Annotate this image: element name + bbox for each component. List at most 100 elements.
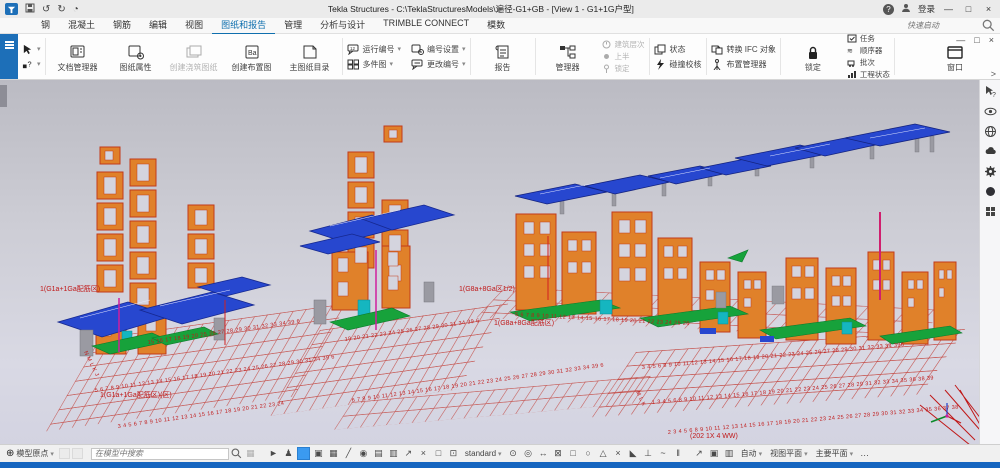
snap-circle-icon[interactable]: ○ — [582, 447, 595, 460]
model-viewport[interactable]: 15 16 17 18 19 20 25 26 27 28 29 30 31 3… — [0, 80, 1000, 444]
view-toggle-button[interactable] — [72, 448, 83, 459]
cursor-help-icon[interactable]: ? — [984, 85, 997, 98]
create-view-icon[interactable]: ▣ — [708, 447, 721, 460]
structure-model-right[interactable] — [510, 124, 962, 344]
select-plane-icon[interactable]: ▥ — [387, 447, 400, 460]
phase-lock-button[interactable]: 锁定 — [602, 63, 645, 74]
help-icon[interactable]: ? — [883, 4, 894, 15]
view-list-icon[interactable]: ▥ — [723, 447, 736, 460]
phases-button[interactable]: 建筑层次 — [602, 39, 645, 50]
fly-icon[interactable]: ↗ — [693, 447, 706, 460]
cloud-icon[interactable] — [984, 145, 997, 158]
menu-tab[interactable]: TRIMBLE CONNECT — [374, 17, 478, 35]
phase-up-button[interactable]: 上半 — [602, 51, 645, 62]
select-rebar-icon[interactable]: ⊡ — [447, 447, 460, 460]
menu-tab[interactable]: 图纸和报告 — [212, 17, 275, 35]
select-surface-icon[interactable]: ▤ — [372, 447, 385, 460]
side-pane-handle[interactable] — [0, 85, 7, 107]
snap-grid-icon[interactable]: ⊠ — [552, 447, 565, 460]
clash-check-button[interactable]: 碰撞校核 — [654, 59, 702, 70]
master-drawing-catalog-button[interactable]: 主图纸目录 — [282, 40, 338, 73]
status-button[interactable]: 状态 — [654, 44, 702, 55]
gear-icon[interactable] — [984, 165, 997, 178]
minimize-button[interactable]: — — [942, 4, 955, 14]
select-cut-icon[interactable]: × — [417, 447, 430, 460]
undo-icon[interactable]: ↺ — [42, 4, 50, 15]
search-icon[interactable] — [231, 448, 242, 459]
select-object-icon[interactable]: ■ — [297, 447, 310, 460]
inquire-tool[interactable]: ? ▾ — [21, 59, 41, 70]
menu-tab[interactable]: 视图 — [176, 17, 212, 35]
document-manager-button[interactable]: 文档管理器 — [50, 40, 106, 73]
snap-parallel-icon[interactable]: ‖ — [672, 447, 685, 460]
quick-launch[interactable] — [907, 19, 995, 32]
sequencer-button[interactable]: ≋ 顺序器 — [847, 45, 890, 56]
structure-model-middle[interactable] — [300, 126, 454, 330]
reports-button[interactable]: 报告 — [475, 40, 531, 73]
eye-icon[interactable] — [984, 105, 997, 118]
select-part-icon[interactable]: ▦ — [327, 447, 340, 460]
snap-line-icon[interactable]: ~ — [657, 447, 670, 460]
model-search[interactable]: ▦ — [91, 447, 257, 460]
model-search-input[interactable] — [91, 448, 229, 460]
view-plane-dropdown[interactable]: 视图平面 ▾ — [767, 448, 811, 459]
snap-reference-icon[interactable]: ◎ — [522, 447, 535, 460]
menu-tab[interactable]: 模数 — [478, 17, 514, 35]
run-numbering-button[interactable]: 12 运行编号 ▾ — [347, 44, 402, 55]
mdi-restore-button[interactable]: □ — [974, 35, 979, 45]
select-cursor-tool[interactable]: ▾ — [21, 44, 41, 55]
snap-intersection-icon[interactable]: × — [612, 447, 625, 460]
origin-dropdown[interactable]: ⊕ 模型原点 ▾ — [3, 448, 57, 459]
auto-dropdown[interactable]: 自动 ▾ — [738, 448, 766, 459]
snap-free-icon[interactable]: □ — [567, 447, 580, 460]
project-status-button[interactable]: 工程状态 — [847, 69, 890, 80]
select-point-icon[interactable]: ◉ — [357, 447, 370, 460]
tasks-button[interactable]: 任务 — [847, 33, 890, 44]
select-view-icon[interactable]: ↗ — [402, 447, 415, 460]
ribbon-collapse-chevron[interactable]: > — [991, 69, 996, 79]
select-line-icon[interactable]: ╱ — [342, 447, 355, 460]
menu-tab[interactable]: 混凝土 — [59, 17, 104, 35]
menu-tab[interactable]: 钢 — [32, 17, 59, 35]
create-cast-drawing-button[interactable]: 创建浇筑图纸 — [166, 40, 222, 73]
redo-icon[interactable]: ↻ — [57, 4, 65, 15]
sphere-icon[interactable] — [984, 185, 997, 198]
more-options-button[interactable]: … — [858, 447, 871, 460]
menu-tab[interactable]: 编辑 — [140, 17, 176, 35]
select-grid-icon[interactable]: □ — [432, 447, 445, 460]
close-button[interactable]: × — [982, 4, 995, 14]
lock-button[interactable]: 锁定 — [785, 40, 841, 73]
manager-button[interactable]: 管理器 — [540, 40, 596, 73]
view-toggle-button[interactable] — [59, 448, 70, 459]
user-icon[interactable] — [901, 3, 911, 15]
lotting-button[interactable]: 批次 — [847, 57, 890, 68]
menu-tab[interactable]: 分析与设计 — [311, 17, 374, 35]
mdi-close-button[interactable]: × — [989, 35, 994, 45]
main-plane-dropdown[interactable]: 主要平面 ▾ — [813, 448, 857, 459]
select-all-icon[interactable]: ► — [267, 447, 280, 460]
snap-triangle-icon[interactable]: △ — [597, 447, 610, 460]
snap-corner-icon[interactable]: ◣ — [627, 447, 640, 460]
menu-tab[interactable]: 管理 — [275, 17, 311, 35]
drawing-properties-button[interactable]: 图纸属性 — [108, 40, 164, 73]
maximize-button[interactable]: □ — [962, 4, 975, 14]
convert-ifc-button[interactable]: 转换 IFC 对象 — [711, 44, 776, 55]
snap-direction-icon[interactable]: ↔ — [537, 447, 550, 460]
multi-drawing-button[interactable]: 多件图 ▾ — [347, 59, 402, 70]
snap-profile-dropdown[interactable]: standard ▾ — [462, 449, 505, 458]
save-icon[interactable] — [25, 3, 35, 16]
globe-icon[interactable] — [984, 125, 997, 138]
snap-perpendicular-icon[interactable]: ⊥ — [642, 447, 655, 460]
search-filter-icon[interactable]: ▦ — [244, 447, 257, 460]
create-ga-drawing-button[interactable]: Ba 创建布置图 — [224, 40, 280, 73]
snap-origin-icon[interactable]: ⊙ — [507, 447, 520, 460]
quick-launch-input[interactable] — [907, 21, 979, 30]
layout-manager-button[interactable]: 布置管理器 — [711, 59, 776, 70]
app-menu-button[interactable] — [0, 34, 18, 79]
mdi-minimize-button[interactable]: — — [956, 35, 965, 45]
sign-in-link[interactable]: 登录 — [918, 3, 935, 15]
menu-tab[interactable]: 钢筋 — [104, 17, 140, 35]
apps-grid-icon[interactable] — [984, 205, 997, 218]
numbering-settings-button[interactable]: 编号设置 ▾ — [411, 44, 466, 55]
search-icon[interactable] — [982, 19, 995, 32]
